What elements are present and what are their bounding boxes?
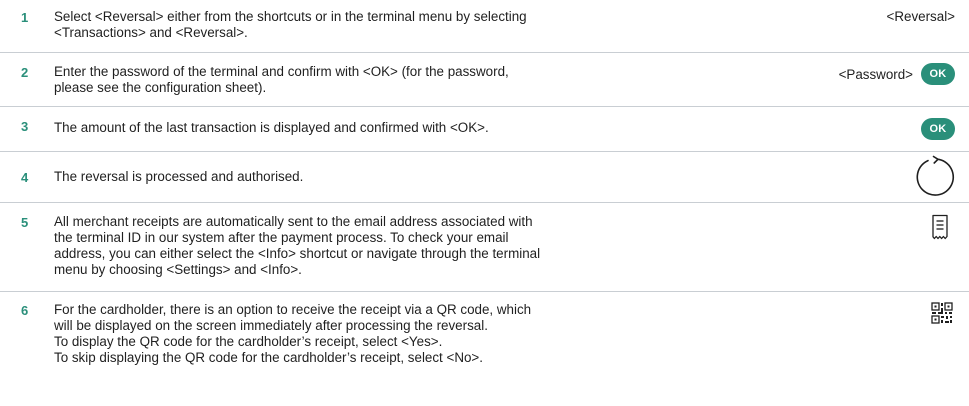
step-text: Select <Reversal> either from the shortc… (54, 9, 774, 41)
step-6: 6 For the cardholder, there is an option… (0, 292, 969, 406)
processing-circle-icon (913, 155, 957, 199)
reversal-steps-list: 1 Select <Reversal> either from the shor… (0, 0, 969, 406)
step-5: 5 All merchant receipts are automaticall… (0, 203, 969, 292)
step-text-line: Enter the password of the terminal and c… (54, 64, 509, 79)
step-text: All merchant receipts are automatically … (54, 214, 774, 278)
qr-code-icon (931, 302, 953, 324)
step-text-line: To display the QR code for the cardholde… (54, 334, 443, 349)
step-text-line: For the cardholder, there is an option t… (54, 302, 532, 317)
step-text: The amount of the last transaction is di… (54, 120, 774, 136)
step-text-line: To skip displaying the QR code for the c… (54, 350, 483, 365)
password-key-label: <Password> (838, 66, 913, 82)
receipt-icon (931, 214, 949, 240)
step-text-line: The amount of the last transaction is di… (54, 120, 489, 135)
step-text-line: <Transactions> and <Reversal>. (54, 25, 248, 40)
step-text: For the cardholder, there is an option t… (54, 302, 774, 366)
step-text-line: the terminal ID in our system after the … (54, 230, 509, 245)
step-number: 5 (21, 215, 29, 230)
step-1: 1 Select <Reversal> either from the shor… (0, 0, 969, 53)
step-text-line: please see the configuration sheet). (54, 80, 267, 95)
step-number: 3 (21, 119, 29, 134)
step-text: The reversal is processed and authorised… (54, 169, 774, 185)
step-number: 2 (21, 65, 29, 80)
step-text-line: will be displayed on the screen immediat… (54, 318, 488, 333)
step-action: <Reversal> (887, 9, 955, 24)
reversal-key-label: <Reversal> (886, 9, 955, 24)
step-text: Enter the password of the terminal and c… (54, 64, 774, 96)
step-text-line: The reversal is processed and authorised… (54, 169, 304, 184)
step-2: 2 Enter the password of the terminal and… (0, 53, 969, 107)
step-text-line: All merchant receipts are automatically … (54, 214, 533, 229)
ok-button-icon: OK (921, 63, 955, 85)
ok-button-icon: OK (921, 118, 955, 140)
step-text-line: Select <Reversal> either from the shortc… (54, 9, 527, 24)
step-text-line: menu by choosing <Settings> and <Info>. (54, 262, 302, 277)
step-3: 3 The amount of the last transaction is … (0, 107, 969, 152)
step-number: 6 (21, 303, 29, 318)
step-number: 4 (21, 170, 29, 185)
step-action: OK (921, 118, 955, 140)
step-number: 1 (21, 10, 29, 25)
step-4: 4 The reversal is processed and authoris… (0, 152, 969, 203)
step-action: <Password> OK (839, 63, 955, 85)
step-text-line: address, you can either select the <Info… (54, 246, 541, 261)
